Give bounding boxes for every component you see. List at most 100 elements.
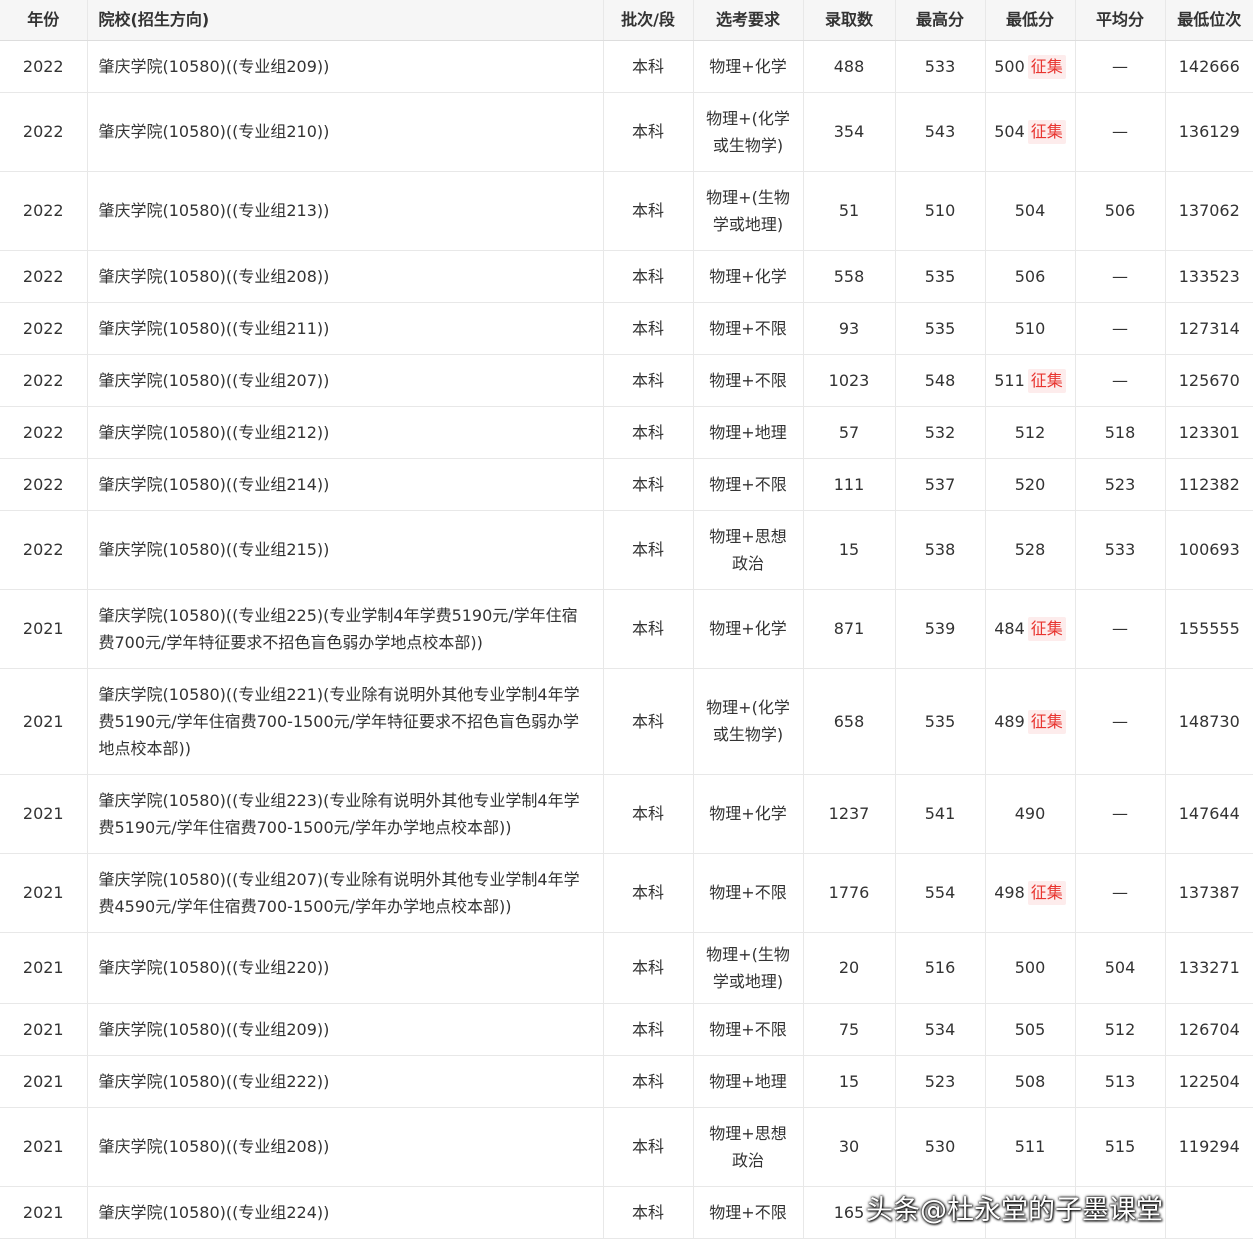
- cell-min-score: 500 征集: [985, 40, 1076, 93]
- cell-subject-requirement: 物理+不限: [693, 354, 804, 407]
- cell-school[interactable]: 肇庆学院(10580)((专业组220)): [87, 932, 604, 1004]
- cell-min-rank: 125670: [1165, 354, 1253, 407]
- cell-year: 2022: [0, 458, 88, 511]
- cell-min-score: 498 征集: [985, 853, 1076, 933]
- cell-school[interactable]: 肇庆学院(10580)((专业组222)): [87, 1055, 604, 1108]
- cell-admitted-count: 51: [803, 171, 896, 251]
- cell-subject-requirement: 物理+(生物学或地理): [693, 171, 804, 251]
- header-batch[interactable]: 批次/段: [603, 0, 694, 41]
- table-row: 2022 肇庆学院(10580)((专业组210)) 本科 物理+(化学或生物学) 35…: [0, 92, 1253, 172]
- min-score-value: 506: [1014, 266, 1046, 286]
- cell-school[interactable]: 肇庆学院(10580)((专业组223)(专业除有说明外其他专业学制4年学费51…: [87, 774, 604, 854]
- cell-school[interactable]: 肇庆学院(10580)((专业组211)): [87, 302, 604, 355]
- cell-min-rank: 148730: [1165, 668, 1253, 775]
- cell-subject-requirement: 物理+(化学或生物学): [693, 668, 804, 775]
- cell-batch: 本科: [603, 458, 694, 511]
- cell-school[interactable]: 肇庆学院(10580)((专业组214)): [87, 458, 604, 511]
- cell-max-score: 510: [895, 171, 986, 251]
- cell-avg-score: —: [1075, 589, 1166, 669]
- cell-min-rank: 133523: [1165, 250, 1253, 303]
- header-avg-score[interactable]: 平均分: [1075, 0, 1166, 41]
- cell-min-score: 511 征集: [985, 354, 1076, 407]
- cell-batch: 本科: [603, 932, 694, 1004]
- cell-batch: 本科: [603, 1186, 694, 1239]
- cell-subject-requirement: 物理+化学: [693, 774, 804, 854]
- cell-year: 2021: [0, 668, 88, 775]
- cell-school[interactable]: 肇庆学院(10580)((专业组210)): [87, 92, 604, 172]
- header-max-score[interactable]: 最高分: [895, 0, 986, 41]
- cell-school[interactable]: 肇庆学院(10580)((专业组221)(专业除有说明外其他专业学制4年学费51…: [87, 668, 604, 775]
- cell-avg-score: —: [1075, 40, 1166, 93]
- table-body: 2022 肇庆学院(10580)((专业组209)) 本科 物理+化学 488 533 50…: [0, 40, 1253, 1239]
- cell-batch: 本科: [603, 1107, 694, 1187]
- cell-max-score: 530: [895, 1107, 986, 1187]
- cell-school[interactable]: 肇庆学院(10580)((专业组209)): [87, 40, 604, 93]
- cell-batch: 本科: [603, 853, 694, 933]
- header-admitted-count[interactable]: 录取数: [803, 0, 896, 41]
- cell-year: 2022: [0, 302, 88, 355]
- cell-admitted-count: 488: [803, 40, 896, 93]
- cell-subject-requirement: 物理+化学: [693, 40, 804, 93]
- min-score-value: 500: [1014, 958, 1046, 977]
- header-subject-requirement[interactable]: 选考要求: [693, 0, 804, 41]
- cell-subject-requirement: 物理+不限: [693, 853, 804, 933]
- cell-subject-requirement: 物理+地理: [693, 406, 804, 459]
- cell-admitted-count: 558: [803, 250, 896, 303]
- header-min-score[interactable]: 最低分: [985, 0, 1076, 41]
- cell-avg-score: —: [1075, 302, 1166, 355]
- cell-subject-requirement: 物理+不限: [693, 1003, 804, 1056]
- cell-school[interactable]: 肇庆学院(10580)((专业组212)): [87, 406, 604, 459]
- cell-max-score: 554: [895, 853, 986, 933]
- cell-year: 2021: [0, 853, 88, 933]
- table-row: 2021 肇庆学院(10580)((专业组220)) 本科 物理+(生物学或地理) 20…: [0, 932, 1253, 1004]
- cell-school[interactable]: 肇庆学院(10580)((专业组209)): [87, 1003, 604, 1056]
- min-score-value: 512: [1014, 422, 1046, 442]
- header-min-rank[interactable]: 最低位次: [1165, 0, 1253, 41]
- cell-batch: 本科: [603, 406, 694, 459]
- cell-school[interactable]: 肇庆学院(10580)((专业组208)): [87, 250, 604, 303]
- cell-school[interactable]: 肇庆学院(10580)((专业组213)): [87, 171, 604, 251]
- cell-batch: 本科: [603, 510, 694, 590]
- cell-admitted-count: 871: [803, 589, 896, 669]
- header-year[interactable]: 年份: [0, 0, 88, 41]
- cell-school[interactable]: 肇庆学院(10580)((专业组207)): [87, 354, 604, 407]
- cell-year: 2022: [0, 250, 88, 303]
- table-row: 2021 肇庆学院(10580)((专业组223)(专业除有说明外其他专业学制4年…: [0, 774, 1253, 854]
- cell-admitted-count: 1023: [803, 354, 896, 407]
- header-school[interactable]: 院校(招生方向): [87, 0, 604, 41]
- cell-avg-score: 512: [1075, 1003, 1166, 1056]
- cell-school[interactable]: 肇庆学院(10580)((专业组208)): [87, 1107, 604, 1187]
- cell-school[interactable]: 肇庆学院(10580)((专业组224)): [87, 1186, 604, 1239]
- cell-avg-score: —: [1075, 774, 1166, 854]
- cell-min-score: 528: [985, 510, 1076, 590]
- table-row: 2021 肇庆学院(10580)((专业组208)) 本科 物理+思想政治 30 530 5…: [0, 1107, 1253, 1187]
- cell-avg-score: 506: [1075, 171, 1166, 251]
- cell-min-score: 506: [985, 250, 1076, 303]
- cell-admitted-count: 1237: [803, 774, 896, 854]
- table-row: 2022 肇庆学院(10580)((专业组207)) 本科 物理+不限 1023 548 5…: [0, 354, 1253, 407]
- cell-min-score: 510: [985, 302, 1076, 355]
- cell-school[interactable]: 肇庆学院(10580)((专业组207)(专业除有说明外其他专业学制4年学费45…: [87, 853, 604, 933]
- cell-max-score: 535: [895, 668, 986, 775]
- cell-avg-score: 523: [1075, 458, 1166, 511]
- min-score-value: 500: [994, 56, 1025, 76]
- cell-min-score: 508: [985, 1055, 1076, 1108]
- cell-year: 2021: [0, 1107, 88, 1187]
- cell-batch: 本科: [603, 354, 694, 407]
- cell-min-rank: 126704: [1165, 1003, 1253, 1056]
- cell-year: 2022: [0, 171, 88, 251]
- cell-max-score: 533: [895, 40, 986, 93]
- min-score-value: 511: [1014, 1137, 1046, 1156]
- cell-max-score: 535: [895, 302, 986, 355]
- min-score-value: 510: [1014, 318, 1046, 338]
- min-score-value: 498: [994, 883, 1025, 902]
- table-row: 2021 肇庆学院(10580)((专业组224)) 本科 物理+不限 165: [0, 1186, 1253, 1239]
- cell-min-rank: 119294: [1165, 1107, 1253, 1187]
- cell-min-score: 504: [985, 171, 1076, 251]
- min-score-value: 489: [994, 711, 1025, 731]
- cell-year: 2022: [0, 40, 88, 93]
- cell-subject-requirement: 物理+不限: [693, 1186, 804, 1239]
- cell-min-score: 512: [985, 406, 1076, 459]
- cell-school[interactable]: 肇庆学院(10580)((专业组225)(专业学制4年学费5190元/学年住宿费…: [87, 589, 604, 669]
- cell-school[interactable]: 肇庆学院(10580)((专业组215)): [87, 510, 604, 590]
